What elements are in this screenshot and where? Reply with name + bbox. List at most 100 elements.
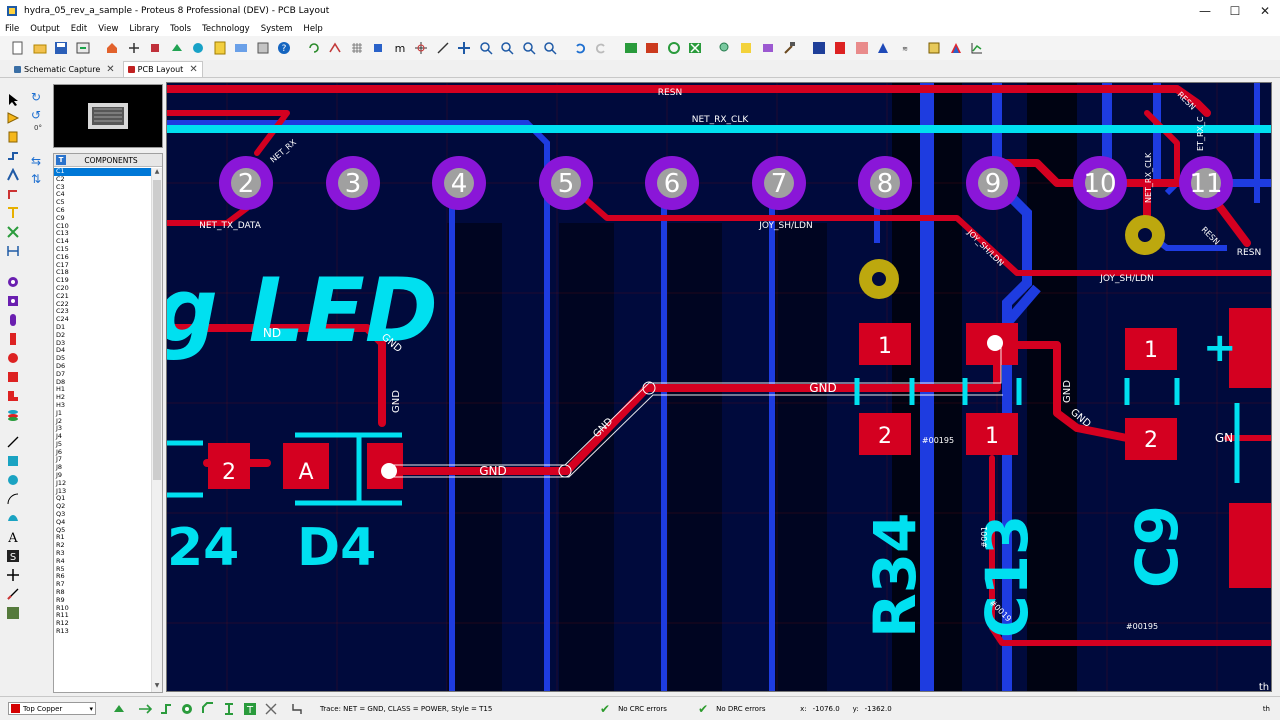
component-item[interactable]: J4 [54, 432, 152, 441]
layer-selector[interactable]: Top Copper ▾ [8, 702, 96, 715]
track-mode-button[interactable] [5, 148, 21, 164]
3d-visualizer-button[interactable] [5, 605, 21, 621]
home-button[interactable] [102, 38, 122, 58]
square-pad-button[interactable] [5, 293, 21, 309]
component-item[interactable]: H1 [54, 386, 152, 394]
debug-button[interactable] [231, 38, 251, 58]
pcb-button[interactable] [145, 38, 165, 58]
color-config-button[interactable] [946, 38, 966, 58]
power-plane-button[interactable] [873, 38, 893, 58]
gerber-button[interactable] [188, 38, 208, 58]
component-item[interactable]: C2 [54, 175, 152, 184]
save-button[interactable] [51, 38, 71, 58]
trace-node[interactable] [381, 463, 397, 479]
component-item[interactable]: Q1 [54, 495, 152, 503]
component-item[interactable]: J12 [54, 479, 152, 488]
component-item[interactable]: J5 [54, 440, 152, 449]
menu-file[interactable]: File [0, 24, 25, 34]
component-item[interactable]: R7 [54, 580, 152, 589]
new-button[interactable] [8, 38, 28, 58]
rotation-angle[interactable]: 0° [26, 124, 50, 138]
rotate-clockwise-button[interactable]: ↻ [26, 88, 46, 106]
component-item[interactable]: D8 [54, 378, 152, 387]
teardrop-button[interactable]: T [241, 700, 259, 718]
menu-system[interactable]: System [256, 24, 299, 34]
tab-pcb-layout[interactable]: PCB Layout ✕ [122, 61, 203, 77]
rotate-anticlockwise-button[interactable]: ↺ [26, 106, 46, 124]
circle-button[interactable] [5, 472, 21, 488]
component-item[interactable]: R6 [54, 573, 152, 581]
menu-view[interactable]: View [93, 24, 124, 34]
menu-help[interactable]: Help [298, 24, 328, 34]
component-item[interactable]: J7 [54, 456, 152, 464]
component-item[interactable]: D3 [54, 339, 152, 348]
connectivity-button[interactable] [809, 38, 829, 58]
arc-button[interactable] [5, 491, 21, 507]
undo-button[interactable] [570, 38, 590, 58]
menu-technology[interactable]: Technology [197, 24, 256, 34]
package-tool-button[interactable] [779, 38, 799, 58]
drc-status[interactable]: No DRC errors [716, 705, 786, 713]
component-item[interactable]: R4 [54, 557, 152, 566]
search-button[interactable] [715, 38, 735, 58]
component-item[interactable]: R1 [54, 534, 152, 542]
component-item[interactable]: C4 [54, 191, 152, 199]
miter-button[interactable] [199, 700, 217, 718]
component-item[interactable]: C24 [54, 315, 152, 324]
component-item[interactable]: J8 [54, 463, 152, 472]
canvas-vertical-scrollbar[interactable] [1272, 78, 1280, 694]
component-item[interactable]: Q4 [54, 518, 152, 527]
drc-settings-button[interactable] [288, 700, 306, 718]
measurement-button[interactable] [5, 586, 21, 602]
component-item[interactable]: R13 [54, 627, 152, 636]
scroll-up-icon[interactable]: ▲ [152, 168, 162, 178]
graph-button[interactable] [967, 38, 987, 58]
via-toggle-button[interactable] [178, 700, 196, 718]
import-button[interactable] [73, 38, 93, 58]
component-item[interactable]: R8 [54, 588, 152, 597]
design-rules-button[interactable]: ≋ [895, 38, 915, 58]
tidy-button[interactable] [220, 700, 238, 718]
maximize-button[interactable]: ☐ [1220, 0, 1250, 22]
pick-button[interactable] [736, 38, 756, 58]
tab-close-icon[interactable]: ✕ [106, 64, 114, 75]
connectivity-highlight-button[interactable] [5, 224, 21, 240]
component-item[interactable]: R5 [54, 565, 152, 574]
scroll-thumb[interactable] [153, 180, 161, 480]
toggle-layers-button[interactable] [325, 38, 345, 58]
zoom-area-button[interactable] [540, 38, 560, 58]
padstack-button[interactable] [5, 407, 21, 423]
component-item[interactable]: C5 [54, 198, 152, 207]
refresh-button[interactable] [304, 38, 324, 58]
autoroute-button[interactable] [830, 38, 850, 58]
component-item[interactable]: Q3 [54, 510, 152, 519]
layer-stack-toggle-button[interactable] [110, 700, 128, 718]
mirror-vertical-button[interactable]: ⇅ [26, 170, 46, 188]
component-item[interactable]: J9 [54, 471, 152, 480]
block-rotate-button[interactable] [664, 38, 684, 58]
track-mode-button[interactable] [157, 700, 175, 718]
box-button[interactable] [5, 453, 21, 469]
grid-button[interactable] [347, 38, 367, 58]
path-button[interactable] [5, 510, 21, 526]
metric-button[interactable]: m [390, 38, 410, 58]
tab-close-icon[interactable]: ✕ [189, 64, 197, 75]
minimize-button[interactable]: — [1190, 0, 1220, 22]
cross-probe-button[interactable] [262, 700, 280, 718]
design-explorer-button[interactable] [253, 38, 273, 58]
component-item[interactable]: J1 [54, 409, 152, 418]
via-mode-button[interactable] [5, 167, 21, 183]
selection-mode-button[interactable] [5, 92, 21, 108]
ratsnest-mode-button[interactable] [5, 205, 21, 221]
component-item[interactable]: D4 [54, 347, 152, 355]
component-item[interactable]: R2 [54, 541, 152, 550]
menu-edit[interactable]: Edit [66, 24, 93, 34]
symbol-button[interactable]: S [5, 548, 21, 564]
menu-tools[interactable]: Tools [165, 24, 197, 34]
round-pad-button[interactable] [5, 274, 21, 290]
trace-node[interactable] [987, 335, 1003, 351]
component-item[interactable]: H3 [54, 401, 152, 410]
circular-smt-button[interactable] [5, 350, 21, 366]
menu-output[interactable]: Output [25, 24, 66, 34]
false-origin-button[interactable] [411, 38, 431, 58]
